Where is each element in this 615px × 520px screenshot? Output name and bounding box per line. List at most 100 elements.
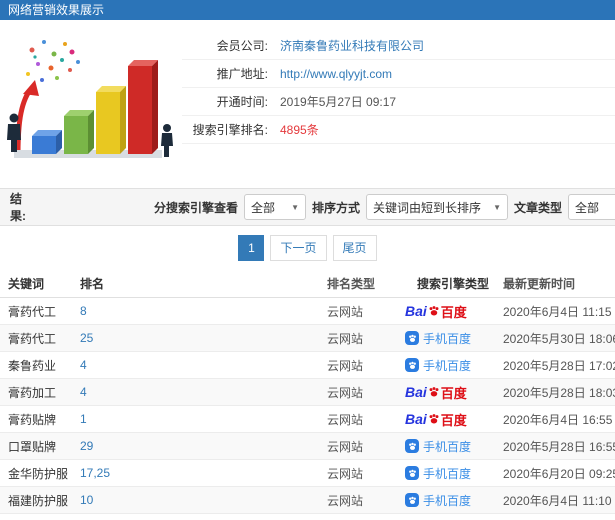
update-time-cell: 2020年6月4日 16:55 [503, 412, 613, 427]
info-row-rank-count: 搜索引擎排名: 4895条 [182, 116, 615, 144]
engine-cell: Bai 百度 手机百度 [405, 302, 489, 321]
baidu-paw-icon [429, 306, 439, 316]
table-row: Bai 百度 手机百度 [0, 514, 615, 520]
baidu-mobile-logo: 手机百度 [405, 357, 471, 374]
baidu-mobile-logo: 手机百度 [405, 330, 471, 347]
rank-type-cell: 云网站 [327, 493, 364, 508]
table-row: 膏药代工 8 云网站 Bai 百度 手机百度 2020年6月4日 11:15 [0, 298, 615, 325]
table-row: 口罩贴牌 29 云网站 Bai 百度 手机百度 2020年5月28日 16:55 [0, 433, 615, 460]
keyword-cell: 口罩贴牌 [8, 439, 57, 454]
baidu-paw-icon [429, 414, 439, 424]
promo-url-link[interactable]: http://www.qlyyjt.com [280, 67, 392, 81]
rank-type-cell: 云网站 [327, 412, 364, 427]
company-label: 会员公司: [216, 39, 268, 53]
keyword-cell: 金华防护服 [8, 466, 69, 481]
keyword-ranking-table: 关键词 排名 排名类型 搜索引擎类型 最新更新时间 膏药代工 8 云网站 Bai… [0, 270, 615, 520]
baidu-mobile-logo: 手机百度 [405, 465, 471, 482]
engine-filter-label: 分搜索引擎查看 [153, 200, 238, 215]
rank-type-cell: 云网站 [327, 466, 364, 481]
baidu-logo: Bai 百度 [405, 411, 467, 428]
table-body: 膏药代工 8 云网站 Bai 百度 手机百度 2020年6月4日 11:15 [0, 298, 615, 520]
update-time-cell: 2020年5月28日 17:02 [503, 358, 615, 373]
mobile-baidu-icon [405, 358, 419, 372]
engine-cell: Bai 百度 手机百度 [405, 438, 489, 455]
mobile-baidu-icon [405, 439, 419, 453]
chevron-down-icon: ▼ [291, 202, 299, 212]
table-header-row: 关键词 排名 排名类型 搜索引擎类型 最新更新时间 [0, 270, 615, 298]
table-row: 膏药加工 4 云网站 Bai 百度 手机百度 2020年5月28日 18:03 [0, 379, 615, 406]
rank-type-cell: 云网站 [327, 385, 364, 400]
info-row-open-time: 开通时间: 2019年5月27日 09:17 [182, 88, 615, 116]
engine-cell: Bai 百度 手机百度 [405, 410, 489, 429]
sort-select[interactable]: 关键词由短到长排序 ▼ [366, 194, 509, 220]
header-rank: 排名 [80, 277, 105, 291]
update-time-cell: 2020年6月4日 11:10 [503, 493, 612, 508]
engine-cell: Bai 百度 手机百度 [405, 330, 489, 347]
rank-link[interactable]: 1 [80, 412, 87, 426]
article-type-label: 文章类型 [514, 200, 563, 215]
keyword-cell: 福建防护服 [8, 493, 69, 508]
rank-link[interactable]: 4 [80, 358, 87, 372]
update-time-cell: 2020年5月30日 18:06 [503, 331, 615, 346]
pagination: 1 下一页 尾页 [0, 226, 615, 270]
table-row: 膏药贴牌 1 云网站 Bai 百度 手机百度 2020年6月4日 16:55 [0, 406, 615, 433]
filter-controls: 分搜索引擎查看 全部 ▼ 排序方式 关键词由短到长排序 ▼ 文章类型 全部 ▼ … [154, 194, 615, 220]
table-row: 福建防护服 10 云网站 Bai 百度 手机百度 2020年6月4日 11:10 [0, 487, 615, 514]
baidu-mobile-logo: 手机百度 [405, 438, 471, 455]
sort-label: 排序方式 [312, 200, 361, 215]
rank-link[interactable]: 29 [80, 439, 93, 453]
chevron-down-icon: ▼ [493, 202, 502, 212]
mobile-baidu-icon [405, 466, 419, 480]
pagination-last-button[interactable]: 尾页 [332, 235, 377, 261]
rank-link[interactable]: 25 [80, 331, 93, 345]
results-section-label: 结果: [10, 192, 26, 223]
keyword-cell: 秦鲁药业 [8, 358, 57, 373]
info-row-company: 会员公司: 济南秦鲁药业科技有限公司 [182, 32, 615, 60]
baidu-logo: Bai 百度 [405, 303, 467, 320]
businessman-right-icon [161, 124, 173, 157]
pagination-page-1[interactable]: 1 [238, 235, 265, 261]
page-title-bar: 网络营销效果展示 [0, 0, 615, 20]
engine-cell: Bai 百度 手机百度 [405, 357, 489, 374]
engine-cell: Bai 百度 手机百度 [405, 465, 489, 482]
rank-type-cell: 云网站 [327, 358, 364, 373]
mobile-baidu-icon [405, 493, 419, 507]
update-time-cell: 2020年5月28日 16:55 [503, 439, 615, 454]
member-company-link[interactable]: 济南秦鲁药业科技有限公司 [280, 37, 424, 54]
rank-link[interactable]: 8 [80, 304, 87, 318]
rank-type-cell: 云网站 [327, 331, 364, 346]
engine-filter-selected-value: 全部 [251, 200, 276, 215]
header-rank-type: 排名类型 [327, 277, 376, 291]
article-type-select[interactable]: 全部 ▼ [568, 194, 615, 220]
results-filter-bar: 结果: 分搜索引擎查看 全部 ▼ 排序方式 关键词由短到长排序 ▼ 文章类型 全… [0, 188, 615, 226]
article-type-selected-value: 全部 [575, 200, 600, 215]
marketing-clipart-illustration [7, 40, 173, 158]
baidu-logo: Bai 百度 [405, 384, 467, 401]
rank-count-value: 4895条 [280, 123, 319, 137]
keyword-cell: 膏药加工 [8, 385, 57, 400]
baidu-paw-icon [429, 387, 439, 397]
rank-link[interactable]: 10 [80, 493, 93, 507]
info-row-url: 推广地址: http://www.qlyyjt.com [182, 60, 615, 88]
engine-filter-select[interactable]: 全部 ▼ [244, 194, 306, 220]
update-time-cell: 2020年5月28日 18:03 [503, 385, 615, 400]
sort-selected-value: 关键词由短到长排序 [373, 200, 482, 215]
keyword-cell: 膏药代工 [8, 304, 57, 319]
header-keyword: 关键词 [8, 277, 45, 291]
open-time-label: 开通时间: [216, 95, 268, 109]
rank-type-cell: 云网站 [327, 439, 364, 454]
update-time-cell: 2020年6月4日 11:15 [503, 304, 612, 319]
pagination-next-button[interactable]: 下一页 [270, 235, 327, 261]
bar-chart-graphic [14, 60, 162, 158]
update-time-cell: 2020年6月20日 09:25 [503, 466, 615, 481]
rank-count-label: 搜索引擎排名: [192, 123, 268, 137]
header-engine-type: 搜索引擎类型 [417, 277, 489, 291]
engine-cell: Bai 百度 手机百度 [405, 383, 489, 402]
mobile-baidu-icon [405, 331, 419, 345]
engine-cell: Bai 百度 手机百度 [405, 492, 489, 509]
header-update-time: 最新更新时间 [503, 277, 576, 291]
baidu-mobile-logo: 手机百度 [405, 492, 471, 509]
member-info-section: 会员公司: 济南秦鲁药业科技有限公司 推广地址: http://www.qlyy… [0, 20, 615, 188]
rank-link[interactable]: 17,25 [80, 466, 110, 480]
rank-link[interactable]: 4 [80, 385, 87, 399]
